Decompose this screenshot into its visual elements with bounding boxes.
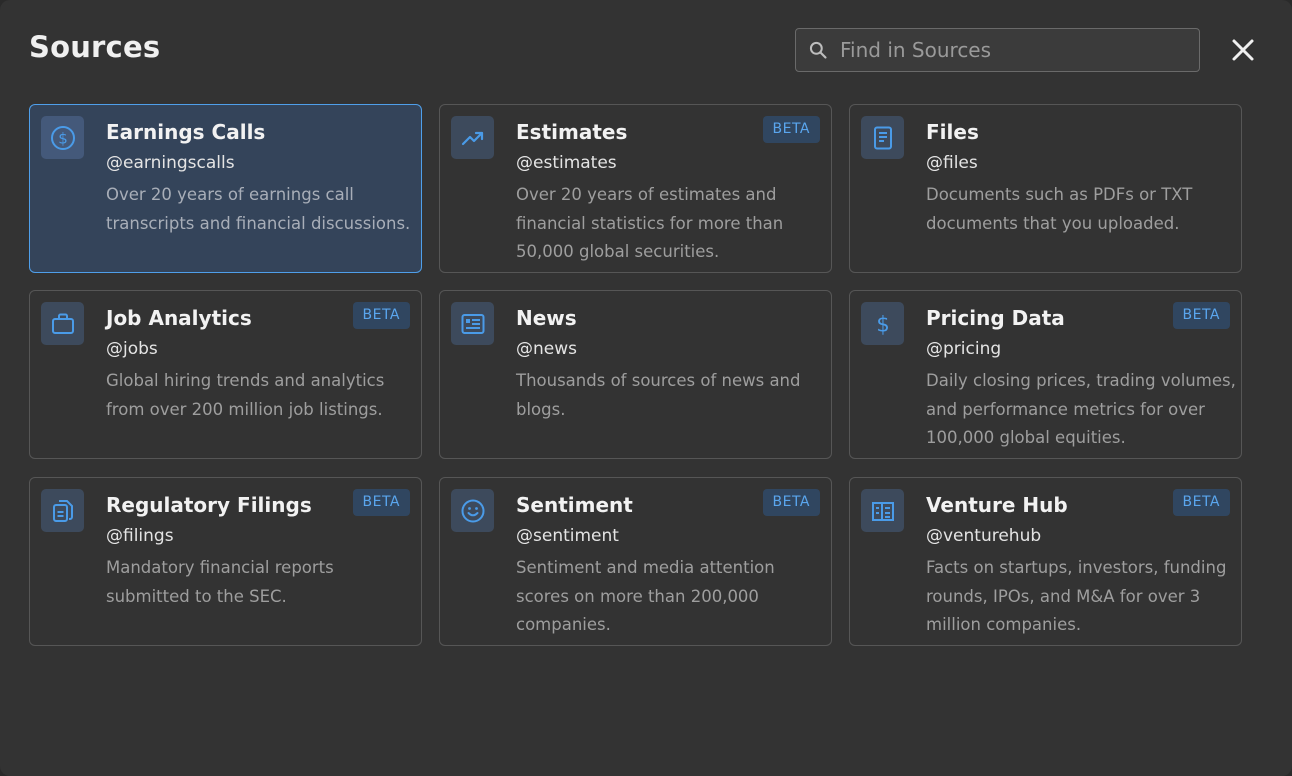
- source-handle: @earningscalls: [106, 153, 235, 173]
- briefcase-icon: [51, 313, 74, 334]
- beta-badge: BETA: [762, 489, 820, 516]
- icon-tile: [41, 489, 84, 532]
- close-icon[interactable]: [1228, 35, 1258, 65]
- source-description: Mandatory financial reports submitted to…: [106, 558, 334, 606]
- source-name: Venture Hub: [926, 493, 1068, 517]
- modal-title: Sources: [29, 30, 161, 64]
- svg-text:$: $: [58, 129, 68, 147]
- beta-badge: BETA: [1172, 302, 1230, 329]
- source-handle: @sentiment: [516, 526, 619, 546]
- search-box[interactable]: [795, 28, 1200, 72]
- icon-tile: [451, 116, 494, 159]
- source-handle: @filings: [106, 526, 174, 546]
- icon-tile: [451, 489, 494, 532]
- icon-tile: $: [861, 302, 904, 345]
- source-card-pricing-data[interactable]: $ Pricing Data BETA @pricing Daily closi…: [849, 290, 1242, 459]
- source-handle: @news: [516, 339, 577, 359]
- source-name: Regulatory Filings: [106, 493, 312, 517]
- trending-up-icon: [461, 131, 483, 145]
- smiley-icon: [461, 499, 484, 522]
- building-icon: [871, 501, 894, 521]
- icon-tile: [41, 302, 84, 345]
- source-handle: @files: [926, 153, 978, 173]
- source-description: Over 20 years of estimates and financial…: [516, 185, 784, 261]
- newspaper-icon: [461, 313, 484, 334]
- source-description: Documents such as PDFs or TXT documents …: [926, 185, 1193, 233]
- svg-text:$: $: [876, 312, 889, 336]
- source-description: Facts on startups, investors, funding ro…: [926, 558, 1227, 634]
- dollar-icon: $: [876, 312, 889, 336]
- source-card-sentiment[interactable]: Sentiment BETA @sentiment Sentiment and …: [439, 477, 832, 646]
- source-card-venture-hub[interactable]: Venture Hub BETA @venturehub Facts on st…: [849, 477, 1242, 646]
- beta-badge: BETA: [352, 302, 410, 329]
- source-name: News: [516, 306, 577, 330]
- filings-icon: [52, 499, 73, 522]
- source-description: Global hiring trends and analytics from …: [106, 371, 385, 419]
- search-icon: [809, 41, 827, 59]
- source-card-news[interactable]: News @news Thousands of sources of news …: [439, 290, 832, 459]
- source-name: Earnings Calls: [106, 120, 266, 144]
- source-handle: @estimates: [516, 153, 617, 173]
- beta-badge: BETA: [352, 489, 410, 516]
- beta-badge: BETA: [762, 116, 820, 143]
- source-name: Estimates: [516, 120, 628, 144]
- source-description: Sentiment and media attention scores on …: [516, 558, 775, 634]
- source-card-earnings-calls[interactable]: $ Earnings Calls @earningscalls Over 20 …: [29, 104, 422, 273]
- source-name: Pricing Data: [926, 306, 1065, 330]
- beta-badge: BETA: [1172, 489, 1230, 516]
- icon-tile: $: [41, 116, 84, 159]
- icon-tile: [451, 302, 494, 345]
- document-icon: [873, 126, 892, 149]
- icon-tile: [861, 116, 904, 159]
- source-handle: @pricing: [926, 339, 1002, 359]
- source-handle: @venturehub: [926, 526, 1042, 546]
- dollar-circle-icon: $: [50, 125, 75, 150]
- source-name: Files: [926, 120, 979, 144]
- source-handle: @jobs: [106, 339, 158, 359]
- source-card-estimates[interactable]: Estimates BETA @estimates Over 20 years …: [439, 104, 832, 273]
- source-description: Over 20 years of earnings call transcrip…: [106, 185, 411, 233]
- source-description: Daily closing prices, trading volumes, a…: [926, 371, 1236, 447]
- source-card-files[interactable]: Files @files Documents such as PDFs or T…: [849, 104, 1242, 273]
- source-name: Sentiment: [516, 493, 633, 517]
- icon-tile: [861, 489, 904, 532]
- sources-modal: Sources $ Earnings Calls @earningscalls …: [0, 0, 1292, 776]
- source-card-regulatory-filings[interactable]: Regulatory Filings BETA @filings Mandato…: [29, 477, 422, 646]
- source-card-job-analytics[interactable]: Job Analytics BETA @jobs Global hiring t…: [29, 290, 422, 459]
- source-description: Thousands of sources of news and blogs.: [516, 371, 801, 419]
- search-input[interactable]: [840, 38, 1170, 62]
- source-name: Job Analytics: [106, 306, 252, 330]
